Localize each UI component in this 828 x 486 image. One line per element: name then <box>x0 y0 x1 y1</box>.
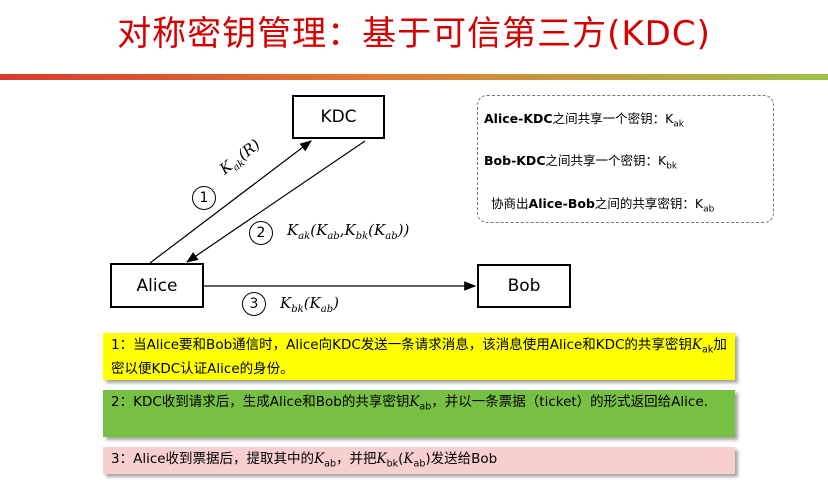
info-line-alice-bob: 协商出Alice-Bob之间的共享密钥：Kab <box>491 196 715 215</box>
bob-node: Bob <box>477 264 571 308</box>
step-number-3: 3 <box>242 292 266 316</box>
step-number-1: 1 <box>192 186 216 210</box>
message-2-label: Kak(Kab,Kbk(Kab)) <box>287 221 410 242</box>
kdc-node: KDC <box>292 95 385 139</box>
info-line-alice-kdc: Alice-KDC之间共享一个密钥：Kak <box>484 111 684 130</box>
step-3-description: 3：Alice收到票据后，提取其中的Kab，并把Kbk(Kab)发送给Bob <box>103 447 735 474</box>
step-number-2: 2 <box>249 221 273 245</box>
step-2-description: 2：KDC收到请求后，生成Alice和Bob的共享密钥Kab，并以一条票据（ti… <box>103 390 735 437</box>
step-1-description: 1：当Alice要和Bob通信时，Alice向KDC发送一条请求消息，该消息使用… <box>103 333 735 380</box>
info-line-bob-kdc: Bob-KDC之间共享一个密钥：Kbk <box>484 153 678 172</box>
alice-node: Alice <box>110 263 204 308</box>
message-3-label: Kbk(Kab) <box>280 294 339 315</box>
